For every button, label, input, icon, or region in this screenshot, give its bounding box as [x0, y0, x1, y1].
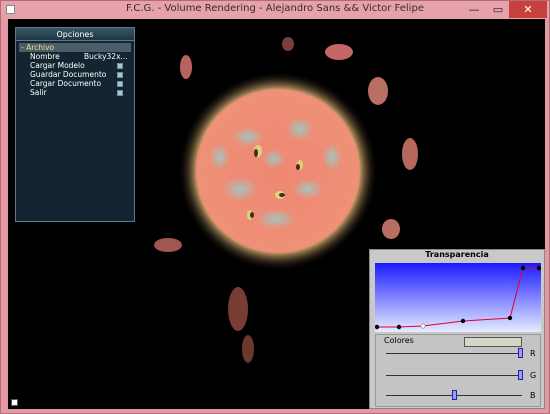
menu-item-nombre[interactable]: Nombre Bucky32x...	[16, 52, 134, 61]
r-label: R	[530, 349, 536, 358]
title-bar[interactable]: F.C.G. - Volume Rendering - Alejandro Sa…	[1, 1, 549, 19]
guardar-documento-button[interactable]	[117, 72, 123, 78]
transfer-function-curve[interactable]	[374, 263, 542, 332]
g-label: G	[530, 371, 537, 380]
minimize-icon[interactable]: —	[463, 1, 485, 18]
b-label: B	[530, 391, 536, 400]
r-slider-handle[interactable]	[518, 348, 523, 358]
opciones-title: Opciones	[16, 28, 134, 41]
g-slider-handle[interactable]	[518, 370, 523, 380]
color-swatch[interactable]	[464, 337, 522, 347]
menu-item-label: Cargar Documento	[30, 79, 102, 88]
control-point	[520, 265, 526, 271]
menu-item-label: Guardar Documento	[30, 70, 107, 79]
opciones-panel: Opciones - Archivo Nombre Bucky32x... Ca…	[15, 27, 135, 222]
render-viewport[interactable]: Opciones - Archivo Nombre Bucky32x... Ca…	[8, 19, 545, 409]
menu-item-label: Nombre	[30, 52, 60, 61]
colores-label: Colores	[384, 336, 414, 345]
control-point	[396, 324, 402, 330]
colores-section: Colores R G B	[375, 334, 541, 407]
control-point	[536, 265, 542, 271]
transfer-function-graph[interactable]	[374, 263, 542, 332]
salir-button[interactable]	[117, 90, 123, 96]
menu-archivo[interactable]: - Archivo	[19, 43, 131, 52]
r-slider-track[interactable]	[386, 353, 522, 354]
cargar-modelo-button[interactable]	[117, 63, 123, 69]
menu-item-guardar-documento[interactable]: Guardar Documento	[16, 70, 134, 79]
menu-item-label: Salir	[30, 88, 47, 97]
transparencia-title: Transparencia	[425, 250, 489, 259]
cargar-documento-button[interactable]	[117, 81, 123, 87]
control-point	[507, 315, 513, 321]
corner-icon[interactable]	[11, 399, 18, 406]
menu-item-label: Cargar Modelo	[30, 61, 85, 70]
maximize-icon[interactable]: ▭	[487, 1, 509, 18]
g-slider-track[interactable]	[386, 375, 522, 376]
control-point	[374, 324, 380, 330]
menu-item-salir[interactable]: Salir	[16, 88, 134, 97]
b-slider-handle[interactable]	[452, 390, 457, 400]
nombre-value[interactable]: Bucky32x...	[84, 52, 128, 61]
transparencia-panel: Transparencia Colores R G B	[369, 249, 545, 409]
app-window: F.C.G. - Volume Rendering - Alejandro Sa…	[0, 0, 550, 414]
control-point	[420, 323, 426, 329]
menu-item-cargar-modelo[interactable]: Cargar Modelo	[16, 61, 134, 70]
menu-item-cargar-documento[interactable]: Cargar Documento	[16, 79, 134, 88]
close-icon[interactable]: ✕	[509, 1, 547, 18]
control-point	[460, 318, 466, 324]
